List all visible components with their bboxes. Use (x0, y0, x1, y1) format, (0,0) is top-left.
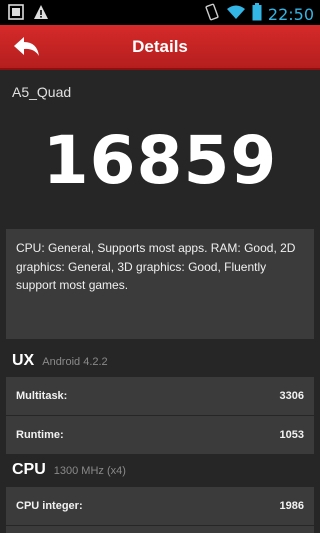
section-subtitle: Android 4.2.2 (42, 356, 108, 368)
section-subtitle: 1300 MHz (x4) (53, 465, 126, 477)
row-value: 3306 (279, 390, 304, 402)
row-label: Runtime: (16, 429, 64, 441)
row-value: 1053 (279, 429, 304, 441)
vibrate-icon (204, 3, 220, 26)
section-header-ux: UX Android 4.2.2 (12, 352, 108, 370)
notification-icon (8, 4, 24, 25)
section-header-cpu: CPU 1300 MHz (x4) (12, 461, 126, 479)
section-title: CPU (12, 461, 46, 478)
row-label: Multitask: (16, 390, 68, 402)
clock: 22:50 (267, 5, 314, 24)
summary-card: CPU: General, Supports most apps. RAM: G… (6, 229, 314, 339)
row-value: 1986 (279, 500, 304, 512)
status-bar: 22:50 (0, 0, 320, 25)
battery-icon (252, 3, 262, 26)
device-name: A5_Quad (12, 84, 72, 100)
result-row-runtime: Runtime: 1053 (6, 416, 314, 454)
warning-icon (33, 4, 49, 25)
wifi-icon (226, 4, 246, 25)
action-bar: Details (0, 25, 320, 70)
page-title: Details (132, 37, 188, 56)
section-title: UX (12, 352, 35, 369)
result-row-partial (6, 526, 314, 533)
row-label: CPU integer: (16, 500, 83, 512)
benchmark-score: 16859 (42, 122, 278, 199)
result-row-multitask: Multitask: 3306 (6, 377, 314, 415)
result-row-cpu-integer: CPU integer: 1986 (6, 487, 314, 525)
